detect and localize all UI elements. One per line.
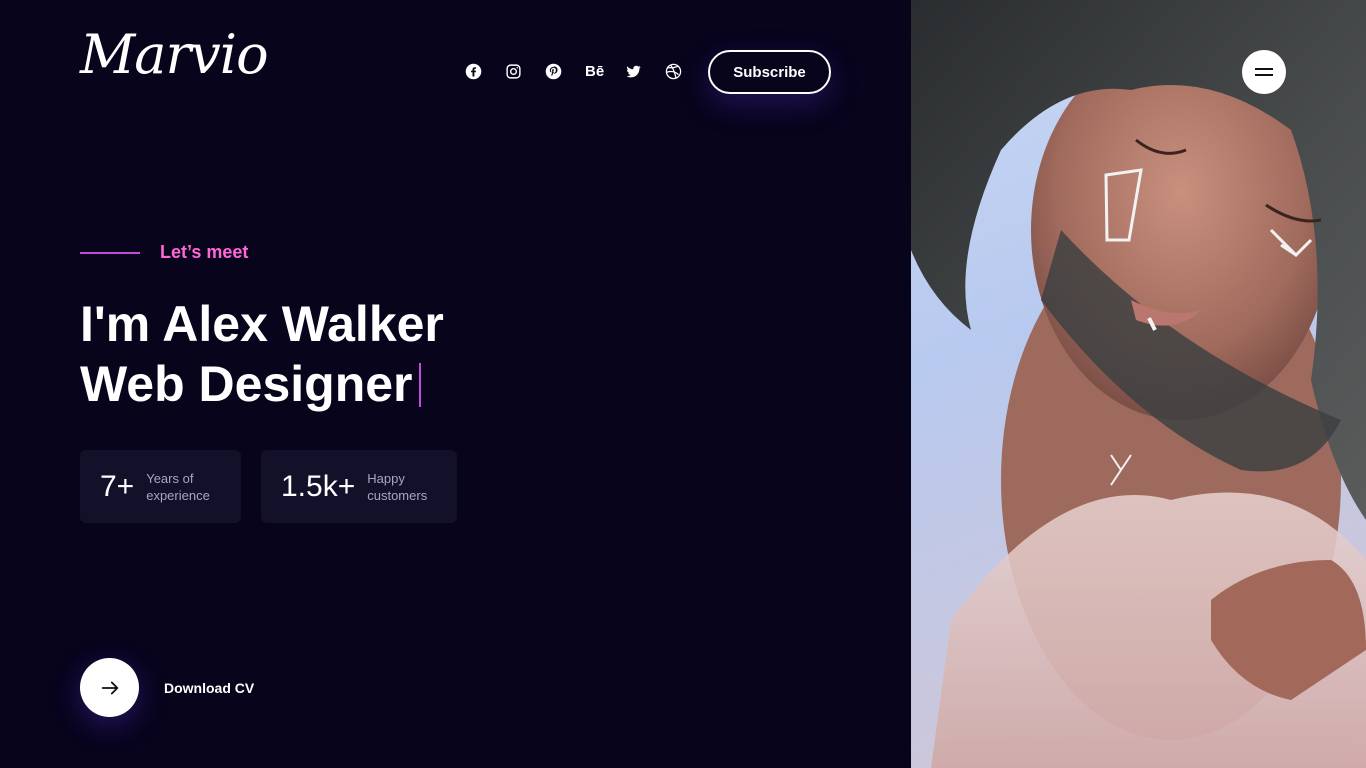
behance-icon[interactable]: Bē [585, 61, 625, 81]
download-cv-label: Download CV [164, 679, 255, 696]
hamburger-icon [1255, 68, 1273, 70]
stat-value: 7+ [100, 469, 135, 503]
hamburger-icon-line [1255, 74, 1273, 76]
dribbble-icon[interactable] [665, 61, 705, 81]
brand-logo-text: Marvio [80, 23, 269, 86]
stat-label-line-1: Happy [367, 470, 405, 486]
brand-logo[interactable]: Marvio [80, 28, 269, 82]
download-cv-button[interactable]: Download CV [80, 658, 254, 717]
stat-value: 1.5k+ [281, 469, 356, 503]
hamburger-menu-button[interactable] [1242, 50, 1286, 94]
headline-line-2: Web Designer [80, 356, 413, 412]
facebook-icon[interactable] [465, 61, 505, 81]
hero-portrait-image [911, 0, 1366, 768]
hero-left-panel: Marvio Bē Subscribe Let’s meet I'm Alex … [0, 0, 911, 768]
stat-label-line-2: customers [367, 487, 428, 503]
typing-cursor [418, 363, 421, 407]
stat-label: Happy customers [367, 470, 427, 504]
eyebrow: Let’s meet [80, 242, 248, 263]
headline-line-1: I'm Alex Walker [80, 296, 444, 352]
stat-label-line-2: experience [146, 487, 210, 503]
twitter-icon[interactable] [625, 61, 665, 81]
eyebrow-text: Let’s meet [160, 242, 249, 262]
stat-card-customers: 1.5k+ Happy customers [261, 450, 457, 523]
portrait-illustration [911, 0, 1366, 768]
hero-headline: I'm Alex Walker Web Designer [80, 294, 444, 414]
stat-card-experience: 7+ Years of experience [80, 450, 241, 523]
arrow-right-icon [101, 681, 118, 694]
behance-icon-text: Bē [585, 62, 605, 80]
instagram-icon[interactable] [505, 61, 545, 81]
stat-label: Years of experience [146, 470, 210, 504]
stat-label-line-1: Years of [146, 470, 194, 486]
subscribe-button[interactable]: Subscribe [708, 50, 831, 94]
eyebrow-divider [80, 251, 140, 254]
pinterest-icon[interactable] [545, 61, 585, 81]
download-circle[interactable] [80, 658, 139, 717]
social-links: Bē [465, 61, 705, 81]
